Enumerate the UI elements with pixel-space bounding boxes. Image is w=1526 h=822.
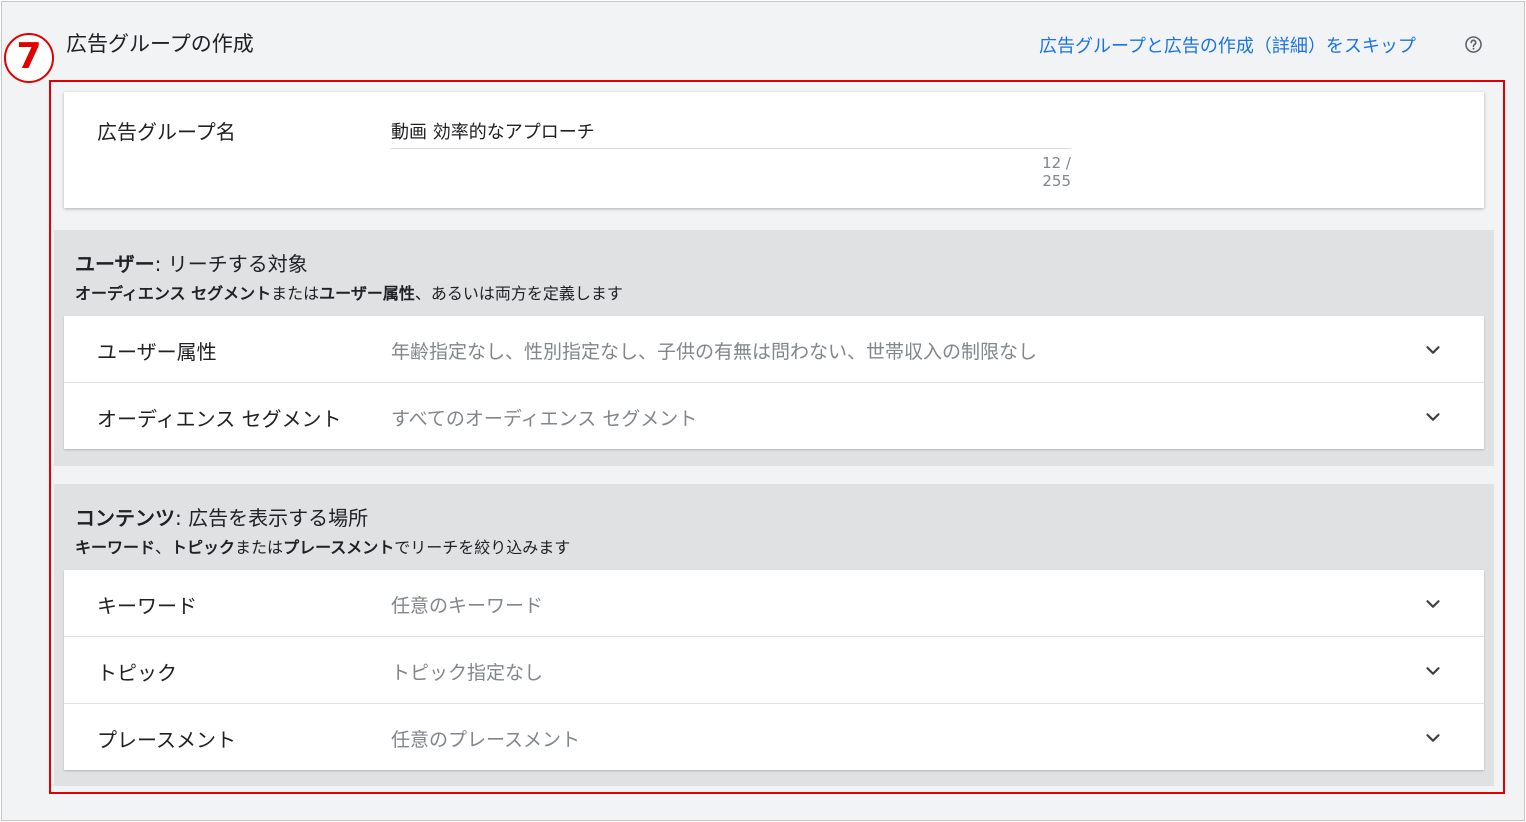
users-desc-rest: 、あるいは両方を定義します: [414, 284, 623, 303]
topics-value: トピック指定なし: [391, 662, 544, 684]
audience-segments-value: すべてのオーディエンス セグメント: [391, 408, 698, 430]
content-desc-bold-topics: トピック: [171, 538, 236, 557]
users-title-rest: : リーチする対象: [154, 252, 308, 276]
content-title-rest: : 広告を表示する場所: [175, 506, 369, 530]
users-section-title: ユーザー: リーチする対象: [75, 248, 308, 277]
users-rows: ユーザー属性 年齢指定なし、性別指定なし、子供の有無は問わない、世帯収入の制限な…: [64, 316, 1484, 449]
content-desc-rest: でリーチを絞り込みます: [394, 538, 571, 557]
chevron-down-icon[interactable]: [1422, 406, 1444, 428]
users-section: ユーザー: リーチする対象 オーディエンス セグメントまたはユーザー属性、あるい…: [54, 230, 1494, 466]
keywords-value: 任意のキーワード: [391, 595, 544, 617]
users-desc-bold-demographics: ユーザー属性: [319, 284, 415, 303]
chevron-down-icon[interactable]: [1422, 593, 1444, 615]
audience-segments-row[interactable]: オーディエンス セグメント すべてのオーディエンス セグメント: [64, 383, 1484, 449]
users-title-bold: ユーザー: [75, 252, 155, 276]
annotation-number-badge: 7: [4, 33, 54, 83]
placements-value: 任意のプレースメント: [391, 729, 581, 751]
users-desc-connector: または: [271, 284, 320, 303]
chevron-down-icon[interactable]: [1422, 727, 1444, 749]
content-rows: キーワード 任意のキーワード トピック トピック指定なし プレースメント 任意の…: [64, 570, 1484, 770]
content-desc-bold-keywords: キーワード: [75, 538, 156, 557]
keywords-row[interactable]: キーワード 任意のキーワード: [64, 570, 1484, 637]
demographics-label: ユーザー属性: [97, 340, 217, 364]
ad-group-name-input[interactable]: [391, 114, 1071, 149]
ad-group-name-card: 広告グループ名 12 / 255: [64, 92, 1484, 208]
content-title-bold: コンテンツ: [75, 506, 175, 530]
help-circle-icon[interactable]: [1464, 35, 1483, 54]
demographics-row[interactable]: ユーザー属性 年齢指定なし、性別指定なし、子供の有無は問わない、世帯収入の制限な…: [64, 316, 1484, 383]
demographics-value: 年齢指定なし、性別指定なし、子供の有無は問わない、世帯収入の制限なし: [391, 341, 1038, 363]
placements-label: プレースメント: [97, 728, 236, 752]
content-section-description: キーワード、トピックまたはプレースメントでリーチを絞り込みます: [75, 534, 570, 558]
users-section-description: オーディエンス セグメントまたはユーザー属性、あるいは両方を定義します: [75, 280, 623, 304]
content-desc-connector: または: [235, 538, 284, 557]
chevron-down-icon[interactable]: [1422, 339, 1444, 361]
keywords-label: キーワード: [97, 594, 197, 618]
content-section: コンテンツ: 広告を表示する場所 キーワード、トピックまたはプレースメントでリー…: [54, 484, 1494, 786]
topics-row[interactable]: トピック トピック指定なし: [64, 637, 1484, 704]
page-title: 広告グループの作成: [66, 32, 254, 56]
content-desc-bold-placements: プレースメント: [283, 538, 395, 557]
users-desc-bold-segments: オーディエンス セグメント: [75, 284, 272, 303]
audience-segments-label: オーディエンス セグメント: [97, 407, 342, 431]
character-counter: 12 / 255: [1042, 154, 1071, 190]
content-desc-separator: 、: [155, 538, 172, 557]
content-section-title: コンテンツ: 広告を表示する場所: [75, 502, 368, 531]
placements-row[interactable]: プレースメント 任意のプレースメント: [64, 704, 1484, 770]
ad-group-name-label: 広告グループ名: [97, 120, 236, 144]
chevron-down-icon[interactable]: [1422, 660, 1444, 682]
topics-label: トピック: [97, 661, 177, 685]
skip-ad-group-link[interactable]: 広告グループと広告の作成（詳細）をスキップ: [1039, 32, 1416, 58]
